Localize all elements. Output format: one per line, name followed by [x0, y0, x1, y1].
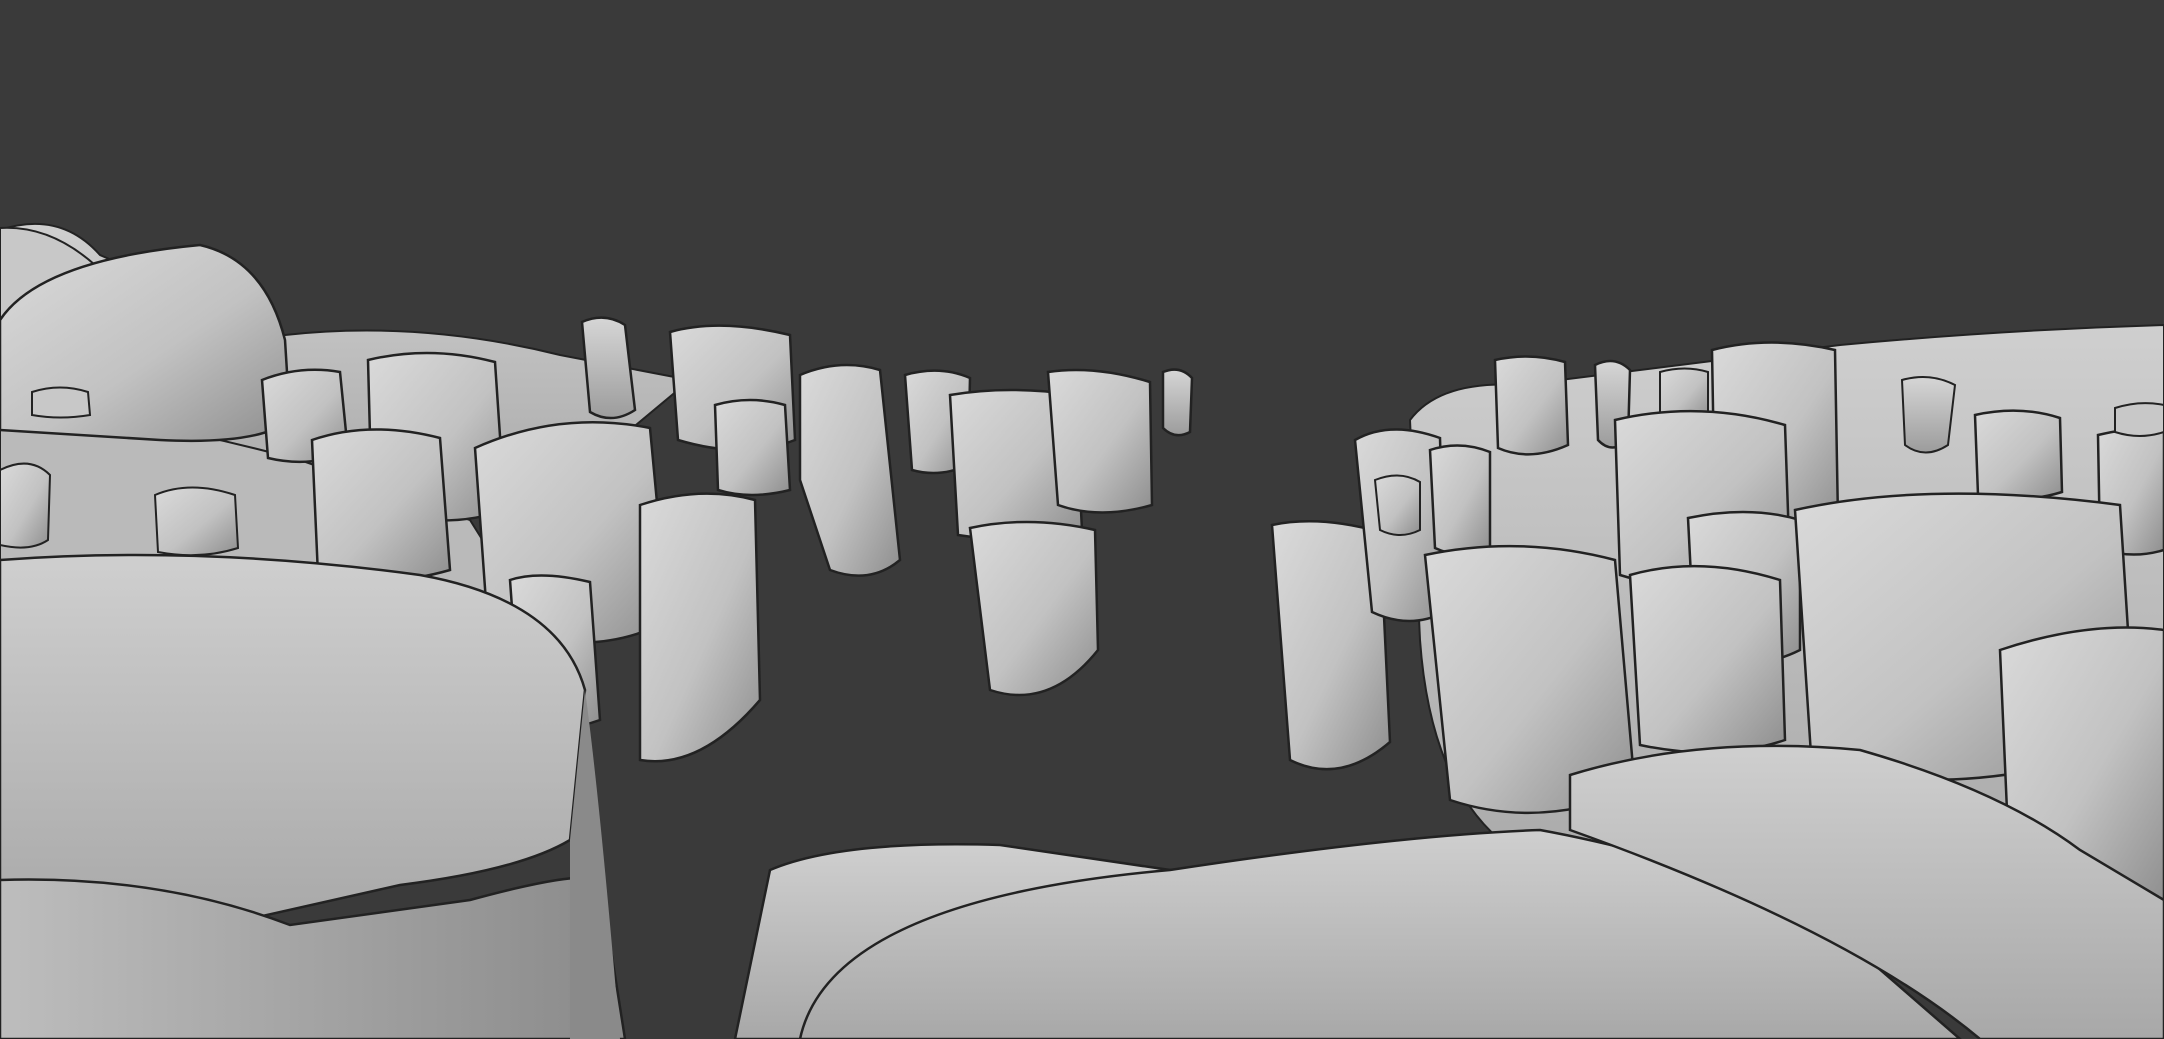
left-small-tooth-1 [31, 386, 92, 419]
right-premolar-1 [1428, 444, 1492, 556]
right-small-tooth-2 [1900, 375, 1957, 454]
center-incisor-5 [1161, 368, 1194, 437]
right-big-molar-2 [1628, 564, 1787, 754]
center-incisor-4 [1046, 368, 1154, 514]
right-small-tooth-1 [1373, 474, 1421, 536]
right-premolar-5 [1973, 409, 2064, 501]
left-premolar-3 [310, 428, 452, 583]
center-incisor-1 [798, 363, 902, 577]
left-canine-1 [580, 316, 637, 420]
left-front-tooth-1 [638, 492, 762, 763]
lower-left-gum-block [0, 553, 587, 932]
3d-viewport[interactable] [0, 0, 2164, 1039]
left-small-tooth-3 [153, 486, 240, 557]
center-incisor-lower [968, 520, 1100, 697]
right-small-tooth-3 [2114, 402, 2164, 437]
left-incisor-2 [713, 398, 792, 497]
left-small-tooth-2 [0, 462, 52, 549]
right-premolar-2 [1493, 355, 1570, 456]
dental-mesh-scene [0, 222, 2164, 1039]
